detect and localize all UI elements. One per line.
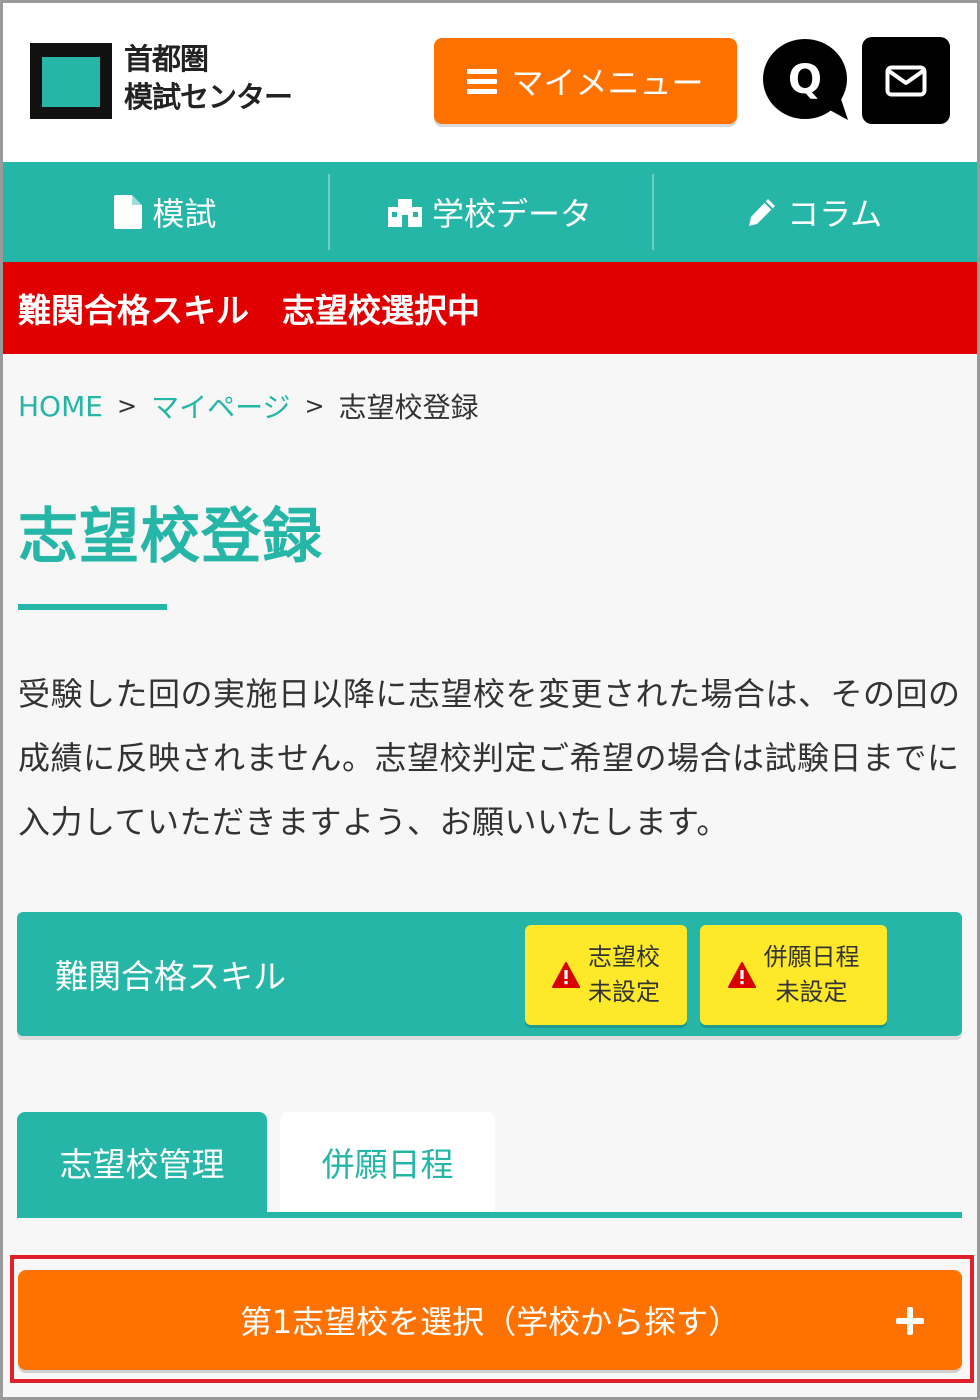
badge-schedule-line2: 未設定 [775, 978, 848, 1006]
logo-mark [30, 43, 112, 119]
course-card: 難関合格スキル 志望校 未設定 併願日程 未設定 [17, 912, 962, 1036]
site-header: 首都圏 模試センター マイメニュー Q [0, 0, 980, 162]
nav-item-column[interactable]: コラム [652, 162, 977, 262]
document-icon [114, 195, 143, 229]
title-underline [18, 604, 167, 610]
nav-label-column: コラム [787, 195, 883, 233]
select-first-choice-label: 第1志望校を選択（学校から探す） [239, 1303, 741, 1341]
breadcrumb-current: 志望校登録 [338, 391, 479, 424]
status-badge-schedule: 併願日程 未設定 [700, 925, 887, 1025]
nav-label-school-data: 学校データ [432, 195, 593, 233]
nav-item-mock-exam[interactable]: 模試 [3, 162, 328, 262]
course-name: 難関合格スキル [55, 957, 286, 996]
warning-icon [727, 962, 756, 988]
my-menu-button[interactable]: マイメニュー [434, 38, 737, 124]
select-first-choice-button[interactable]: 第1志望校を選択（学校から探す） [18, 1270, 962, 1370]
tab-underline [17, 1212, 962, 1218]
pencil-icon [749, 199, 776, 226]
main-nav: 模試 学校データ コラム [3, 162, 977, 262]
status-badge-school: 志望校 未設定 [525, 925, 687, 1025]
my-menu-label: マイメニュー [511, 64, 704, 102]
notice-text: 受験した回の実施日以降に志望校を変更された場合は、その回の成績に反映されません。… [18, 675, 961, 841]
faq-label: Q [787, 57, 822, 103]
site-logo[interactable]: 首都圏 模試センター [30, 40, 293, 120]
nav-label-mock-exam: 模試 [152, 195, 217, 233]
breadcrumb-separator: > [304, 392, 325, 420]
plus-icon [896, 1307, 924, 1335]
logo-line-2: 模試センター [124, 80, 293, 114]
breadcrumb-mypage-link[interactable]: マイページ [151, 386, 290, 426]
envelope-icon [885, 65, 927, 96]
mail-button[interactable] [862, 37, 950, 124]
tab-application-schedule[interactable]: 併願日程 [280, 1112, 495, 1212]
faq-button[interactable]: Q [762, 38, 852, 122]
badge-school-line1: 志望校 [588, 943, 660, 971]
hamburger-icon [467, 69, 498, 94]
page-title: 志望校登録 [18, 502, 323, 572]
badge-schedule-line1: 併願日程 [763, 943, 860, 971]
school-icon [388, 199, 422, 227]
logo-text: 首都圏 模試センター [124, 40, 293, 116]
warning-icon [552, 962, 580, 988]
selected-course-banner: 難関合格スキル 志望校選択中 [3, 262, 977, 354]
breadcrumb-separator: > [116, 392, 138, 420]
breadcrumb: HOME > マイページ > 志望校登録 [18, 386, 479, 426]
logo-line-1: 首都圏 [124, 42, 209, 76]
tab-school-management[interactable]: 志望校管理 [17, 1112, 267, 1212]
nav-item-school-data[interactable]: 学校データ [327, 162, 653, 262]
breadcrumb-home-link[interactable]: HOME [18, 390, 103, 423]
badge-school-line2: 未設定 [588, 978, 660, 1006]
